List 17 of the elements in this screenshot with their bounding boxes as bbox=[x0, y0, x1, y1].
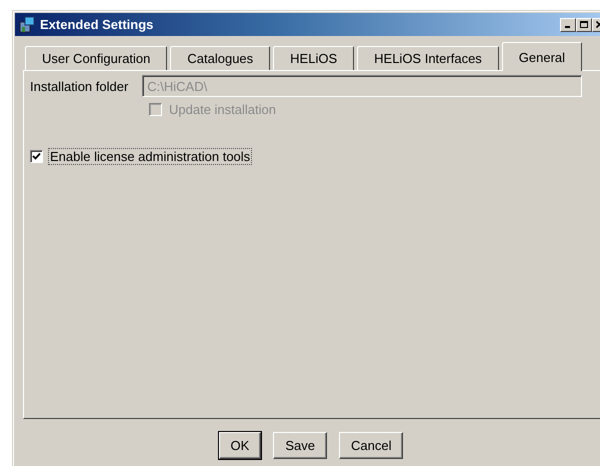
tab[interactable]: Catalogues bbox=[170, 46, 270, 70]
dialog-button[interactable]: OK bbox=[218, 432, 262, 459]
dialog-button[interactable]: Cancel bbox=[338, 432, 404, 459]
tab[interactable]: User Configuration bbox=[25, 46, 168, 70]
tab[interactable]: HELiOS bbox=[273, 46, 354, 70]
field-label: Installation folder bbox=[30, 78, 128, 94]
checkbox-label[interactable]: Enable license administration tools bbox=[48, 148, 252, 165]
dialog-button[interactable]: Save bbox=[273, 432, 327, 459]
tab[interactable]: HELiOS Interfaces bbox=[357, 46, 499, 70]
window-title: Extended Settings bbox=[40, 17, 154, 32]
maximize-icon bbox=[579, 20, 589, 29]
app-icon bbox=[18, 16, 36, 34]
maximize-button[interactable] bbox=[576, 18, 592, 32]
minimize-button[interactable] bbox=[560, 18, 576, 32]
checkbox[interactable] bbox=[30, 150, 43, 163]
tab[interactable]: General bbox=[502, 42, 582, 71]
check-icon bbox=[32, 152, 41, 161]
